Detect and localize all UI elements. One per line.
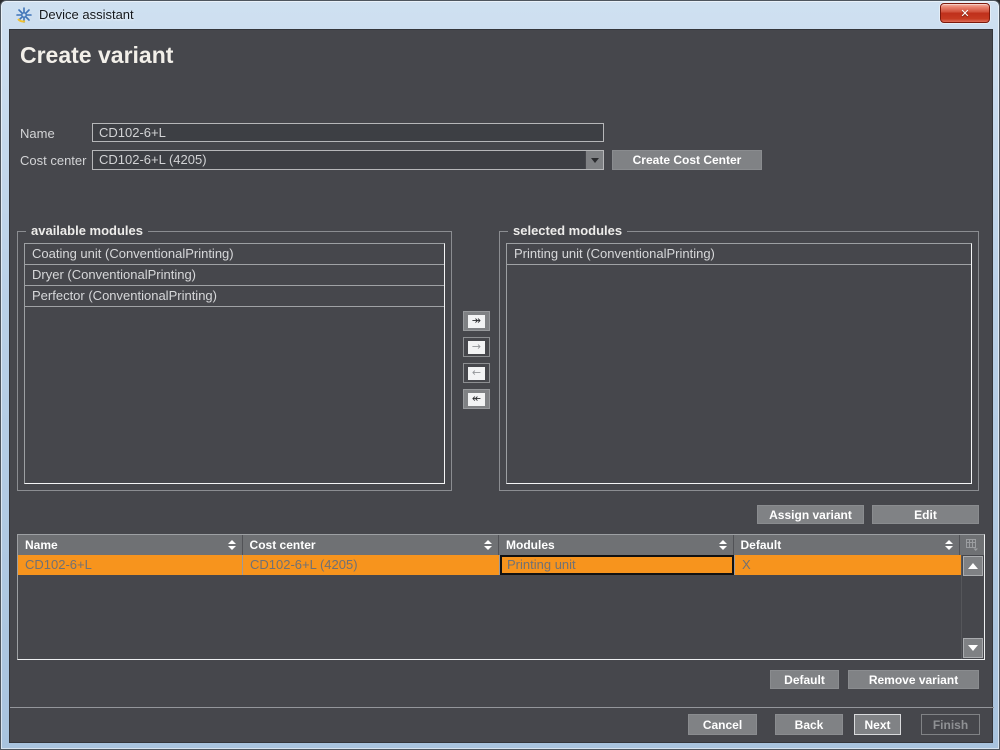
move-all-right-button[interactable]: ↠ [463, 311, 490, 331]
app-icon [16, 7, 32, 23]
create-cost-center-button[interactable]: Create Cost Center [612, 150, 762, 170]
titlebar[interactable]: Device assistant ✕ [1, 1, 999, 29]
list-item[interactable]: Dryer (ConventionalPrinting) [25, 265, 444, 286]
footer-divider [10, 707, 994, 708]
cell-default[interactable]: X [735, 555, 961, 575]
list-item[interactable]: Coating unit (ConventionalPrinting) [25, 244, 444, 265]
sort-icon[interactable] [228, 540, 236, 550]
column-header-default[interactable]: Default [734, 535, 961, 555]
column-header-name[interactable]: Name [18, 535, 243, 555]
move-left-button[interactable]: ← [463, 363, 490, 383]
double-arrow-right-icon: ↠ [468, 315, 485, 328]
table-body: CD102-6+L CD102-6+L (4205) Printing unit… [18, 555, 961, 659]
cell-cost-center[interactable]: CD102-6+L (4205) [243, 555, 500, 575]
chevron-down-icon [591, 158, 599, 163]
sort-icon[interactable] [484, 540, 492, 550]
cancel-button[interactable]: Cancel [688, 714, 757, 735]
table-row[interactable]: CD102-6+L CD102-6+L (4205) Printing unit… [18, 555, 961, 575]
column-chooser-button[interactable] [960, 535, 984, 555]
selected-modules-group: selected modules Printing unit (Conventi… [499, 231, 979, 491]
cost-center-value: CD102-6+L (4205) [93, 151, 585, 169]
cell-name[interactable]: CD102-6+L [18, 555, 243, 575]
table-header: Name Cost center Modules Default [18, 535, 984, 555]
selected-modules-list: Printing unit (ConventionalPrinting) [506, 243, 972, 484]
device-assistant-window: Device assistant ✕ Create variant Name C… [0, 0, 1000, 750]
vertical-scrollbar[interactable] [961, 555, 984, 659]
name-label: Name [20, 126, 55, 141]
close-button[interactable]: ✕ [940, 3, 990, 23]
close-icon: ✕ [960, 7, 969, 20]
available-modules-group: available modules Coating unit (Conventi… [17, 231, 452, 491]
cost-center-select[interactable]: CD102-6+L (4205) [92, 150, 604, 170]
move-all-left-button[interactable]: ↞ [463, 389, 490, 409]
next-button[interactable]: Next [854, 714, 901, 735]
list-item[interactable]: Printing unit (ConventionalPrinting) [507, 244, 971, 265]
client-area: Create variant Name Cost center CD102-6+… [9, 29, 993, 743]
scroll-up-icon [968, 563, 978, 569]
double-arrow-left-icon: ↞ [468, 393, 485, 406]
move-right-button[interactable]: → [463, 337, 490, 357]
selected-modules-title: selected modules [508, 223, 627, 238]
scroll-up-button[interactable] [963, 556, 983, 576]
arrow-left-icon: ← [468, 367, 485, 380]
variant-table: Name Cost center Modules Default [17, 534, 985, 660]
name-input[interactable] [92, 123, 604, 142]
sort-icon[interactable] [719, 540, 727, 550]
column-header-cost-center[interactable]: Cost center [243, 535, 499, 555]
remove-variant-button[interactable]: Remove variant [848, 670, 979, 689]
available-modules-list: Coating unit (ConventionalPrinting) Drye… [24, 243, 445, 484]
assign-variant-button[interactable]: Assign variant [757, 505, 864, 524]
scroll-down-icon [968, 645, 978, 651]
arrow-right-icon: → [468, 341, 485, 354]
page-title: Create variant [20, 42, 173, 69]
sort-icon[interactable] [945, 540, 953, 550]
list-item[interactable]: Perfector (ConventionalPrinting) [25, 286, 444, 307]
available-modules-title: available modules [26, 223, 148, 238]
window-title: Device assistant [39, 1, 134, 28]
edit-button[interactable]: Edit [872, 505, 979, 524]
cost-center-dropdown-button[interactable] [585, 151, 603, 169]
finish-button: Finish [921, 714, 980, 735]
cell-modules[interactable]: Printing unit [500, 555, 735, 575]
default-button[interactable]: Default [770, 670, 839, 689]
table-grid-icon [966, 539, 979, 551]
cost-center-label: Cost center [20, 153, 86, 168]
column-header-modules[interactable]: Modules [499, 535, 734, 555]
back-button[interactable]: Back [775, 714, 843, 735]
scroll-down-button[interactable] [963, 638, 983, 658]
